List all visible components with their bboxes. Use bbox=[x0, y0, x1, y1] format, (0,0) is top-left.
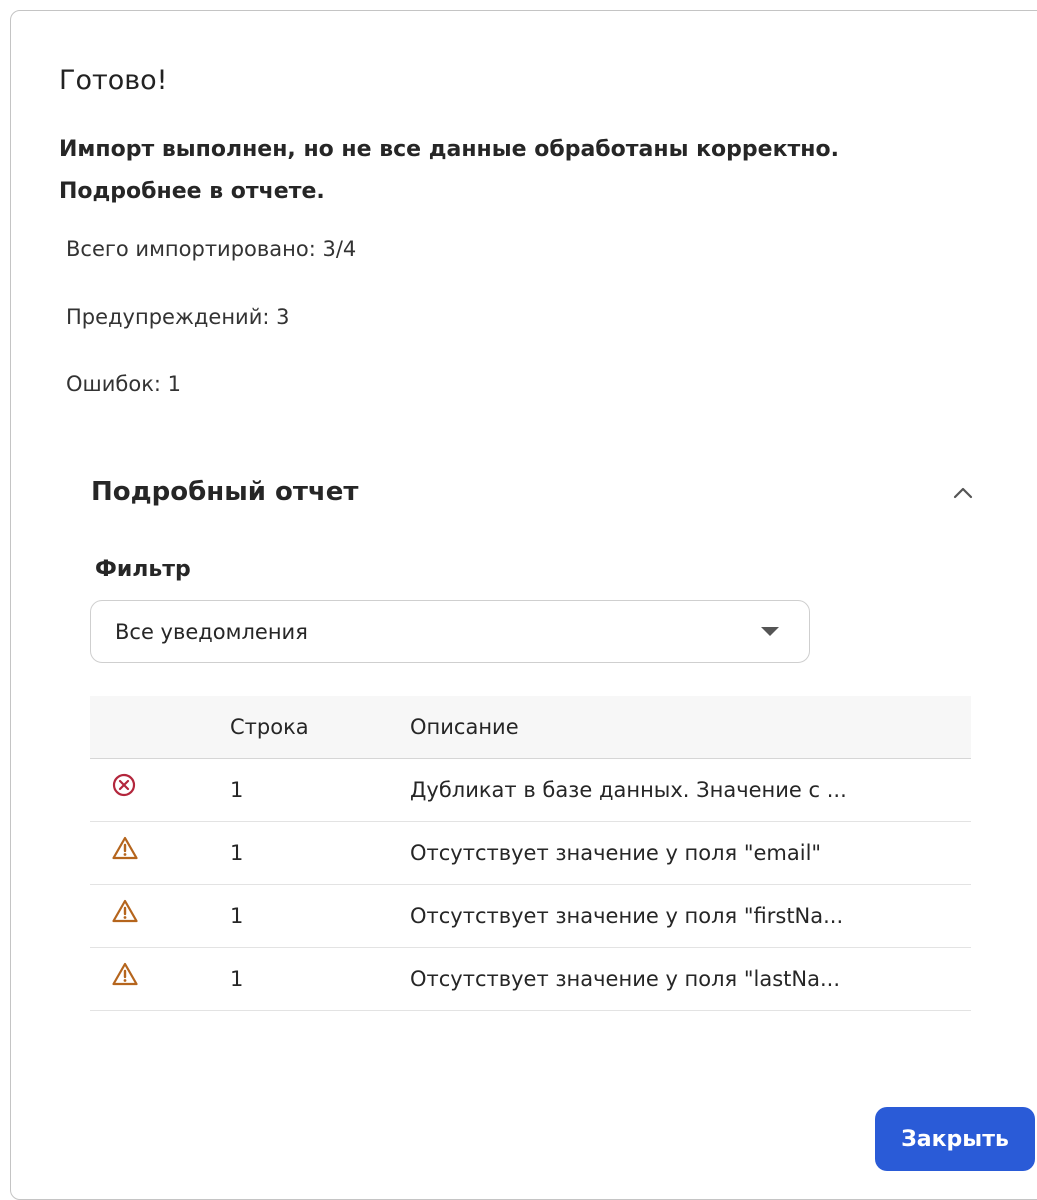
report-section-title: Подробный отчет bbox=[91, 477, 359, 507]
row-description: Отсутствует значение у поля "firstNa... bbox=[410, 903, 844, 928]
row-number: 1 bbox=[230, 777, 244, 802]
warning-triangle-icon bbox=[112, 836, 138, 859]
header-description-col: Описание bbox=[410, 696, 971, 759]
header-icon-col bbox=[90, 696, 230, 759]
row-icon-cell bbox=[90, 821, 230, 884]
stat-errors: Ошибок: 1 bbox=[66, 372, 181, 396]
table-row: 1 Отсутствует значение у поля "firstNa..… bbox=[90, 884, 971, 947]
table-header-row: Строка Описание bbox=[90, 696, 971, 759]
stat-total-imported: Всего импортировано: 3/4 bbox=[66, 237, 357, 261]
warning-triangle-icon bbox=[112, 962, 138, 985]
dialog-title: Готово! bbox=[59, 65, 168, 96]
row-description: Отсутствует значение у поля "lastNa... bbox=[410, 966, 840, 991]
stat-warnings: Предупреждений: 3 bbox=[66, 305, 290, 329]
close-button[interactable]: Закрыть bbox=[875, 1107, 1035, 1171]
row-number: 1 bbox=[230, 840, 244, 865]
row-icon-cell bbox=[90, 947, 230, 1010]
filter-label: Фильтр bbox=[95, 557, 191, 582]
import-result-dialog: Готово! Импорт выполнен, но не все данны… bbox=[10, 10, 1037, 1200]
header-row-col: Строка bbox=[230, 696, 410, 759]
row-description: Отсутствует значение у поля "email" bbox=[410, 840, 822, 865]
chevron-up-icon bbox=[953, 487, 973, 499]
dialog-message: Импорт выполнен, но не все данные обрабо… bbox=[59, 137, 839, 204]
row-description: Дубликат в базе данных. Значение с ... bbox=[410, 777, 847, 802]
table-row: 1 Дубликат в базе данных. Значение с ... bbox=[90, 758, 971, 821]
row-icon-cell bbox=[90, 884, 230, 947]
filter-select-value: Все уведомления bbox=[115, 619, 308, 644]
table-row: 1 Отсутствует значение у поля "email" bbox=[90, 821, 971, 884]
warning-triangle-icon bbox=[112, 899, 138, 922]
error-circle-icon bbox=[112, 773, 136, 796]
collapse-report-button[interactable] bbox=[943, 473, 983, 513]
row-icon-cell bbox=[90, 758, 230, 821]
filter-select[interactable]: Все уведомления bbox=[90, 600, 810, 663]
row-number: 1 bbox=[230, 903, 244, 928]
caret-down-icon bbox=[761, 627, 779, 636]
report-table: Строка Описание 1 Дубликат в базе данных… bbox=[90, 696, 971, 1011]
table-row: 1 Отсутствует значение у поля "lastNa... bbox=[90, 947, 971, 1010]
row-number: 1 bbox=[230, 966, 244, 991]
